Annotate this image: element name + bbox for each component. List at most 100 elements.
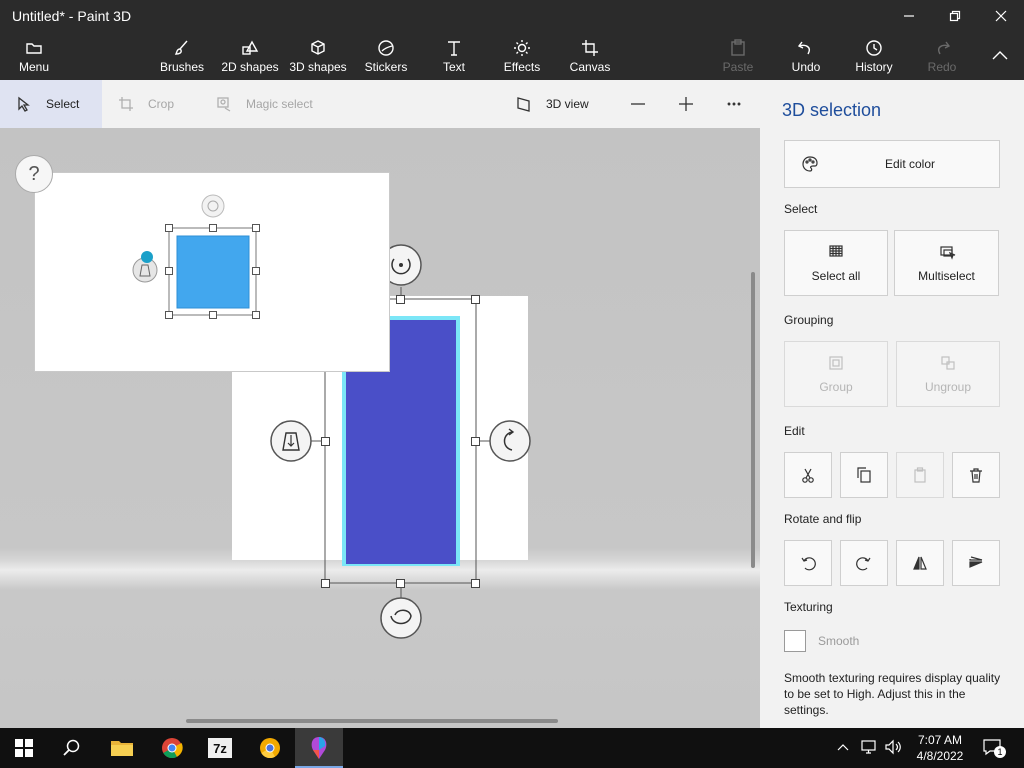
3d-shapes-label: 3D shapes [289,60,347,74]
rotate-right-button[interactable] [840,540,888,586]
rotate-y-handle[interactable] [489,420,531,462]
flip-horizontal-button[interactable] [896,540,944,586]
selection-handle[interactable] [321,437,330,446]
paint3d-taskbar-button[interactable] [295,728,343,768]
select-label: Select [46,97,80,111]
help-button[interactable]: ? [15,155,53,193]
7zip-label: 7z [213,740,227,756]
volume-icon [885,739,901,755]
restore-button[interactable] [932,0,978,32]
taskbar-clock[interactable]: 7:07 AM 4/8/2022 [910,732,970,764]
text-button[interactable]: Text [436,32,472,80]
magic-select-label: Magic select [246,97,313,111]
multiselect-icon [939,246,955,260]
3d-view-toggle[interactable]: 3D view [516,80,606,128]
file-explorer-taskbar-button[interactable] [98,728,146,768]
multiselect-button[interactable]: Multiselect [894,230,999,296]
cut-button[interactable] [784,452,832,498]
group-label: Group [819,380,853,394]
crop-icon [119,97,133,111]
3d-shapes-button[interactable]: 3D shapes [288,32,348,80]
search-button[interactable] [48,728,96,768]
effects-button[interactable]: Effects [502,32,542,80]
action-center-button[interactable]: 1 [982,738,1006,758]
smooth-checkbox[interactable] [784,630,806,652]
vertical-scrollbar[interactable] [751,272,755,568]
7zip-taskbar-button[interactable]: 7z [196,728,244,768]
crop-tool[interactable]: Crop [118,80,190,128]
edit-color-button[interactable]: Edit color [784,140,1000,188]
menu-button[interactable]: Menu [12,32,56,80]
history-label: History [855,60,893,74]
chrome-taskbar-button[interactable] [148,728,196,768]
network-button[interactable] [860,738,880,761]
3d-view-icon [517,97,530,112]
collapse-ribbon-button[interactable] [986,32,1014,80]
magic-select-tool[interactable]: Magic select [216,80,326,128]
canvas-icon [582,40,598,56]
select-heading: Select [784,202,818,216]
preview-shape [176,235,250,309]
redo-icon [938,41,951,55]
folder-icon [111,741,133,756]
delete-button[interactable] [952,452,1000,498]
horizontal-scrollbar[interactable] [186,719,558,723]
selection-handle[interactable] [396,579,405,588]
selection-handle[interactable] [321,579,330,588]
window-title: Untitled* - Paint 3D [12,8,132,24]
brush-icon [174,40,188,55]
redo-button[interactable]: Redo [924,32,960,80]
canvas-button[interactable]: Canvas [568,32,612,80]
rotate-left-icon [801,557,816,571]
crop-label: Crop [148,97,175,111]
cursor-icon [18,96,30,112]
stickers-button[interactable]: Stickers [362,32,410,80]
group-button[interactable]: Group [784,341,888,407]
rotate-left-button[interactable] [784,540,832,586]
show-hidden-icons-button[interactable] [836,740,850,759]
ellipsis-icon [727,102,741,106]
tools-toolbar: Select Crop Magic select 3D view [0,80,760,128]
ungroup-button[interactable]: Ungroup [896,341,1000,407]
selection-handle[interactable] [471,295,480,304]
chrome-canary-taskbar-button[interactable] [246,728,294,768]
drawing-canvas[interactable]: ? [0,128,760,728]
depth-handle[interactable] [270,420,312,462]
smooth-label: Smooth [818,634,860,648]
select-tool[interactable]: Select [0,80,102,128]
start-button[interactable] [0,728,48,768]
undo-button[interactable]: Undo [786,32,826,80]
history-button[interactable]: History [850,32,898,80]
rotate-right-icon [856,557,871,571]
selection-handle[interactable] [396,295,405,304]
flip-vertical-icon [969,556,983,568]
folder-icon [26,43,42,54]
taskbar: 7z 7:07 AM 4/8/2022 1 [0,728,1024,768]
minimize-button[interactable] [886,0,932,32]
cube-icon [311,40,325,55]
volume-button[interactable] [884,738,906,761]
grouping-heading: Grouping [784,313,834,327]
selection-handle[interactable] [471,579,480,588]
minimize-icon [904,15,914,17]
trash-icon [970,468,982,483]
2d-shapes-button[interactable]: 2D shapes [220,32,280,80]
rotate-x-handle[interactable] [380,597,422,639]
close-button[interactable] [978,0,1024,32]
clock-time: 7:07 AM [917,733,963,747]
main-ribbon: Menu Brushes 2D shapes 3D shapes Sticker… [0,32,1024,80]
flip-vertical-button[interactable] [952,540,1000,586]
more-options-button[interactable] [726,80,746,128]
zoom-out-button[interactable] [630,80,650,128]
paste-button[interactable]: Paste [718,32,758,80]
browser-icon [260,738,280,759]
edit-color-label: Edit color [885,157,936,171]
paste-panel-button[interactable] [896,452,944,498]
brushes-button[interactable]: Brushes [158,32,206,80]
sun-icon [514,40,530,56]
select-all-button[interactable]: Select all [784,230,888,296]
minus-icon [631,103,645,105]
copy-button[interactable] [840,452,888,498]
zoom-in-button[interactable] [678,80,698,128]
selection-handle[interactable] [471,437,480,446]
